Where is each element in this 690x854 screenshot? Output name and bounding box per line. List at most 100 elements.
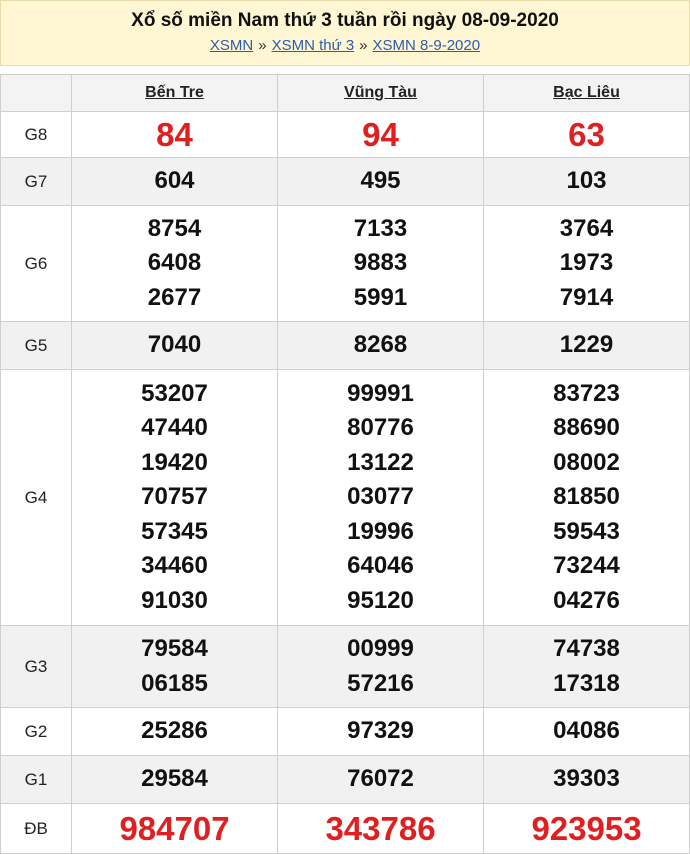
prize-number: 8268 — [353, 331, 408, 359]
prize-number: 343786 — [325, 809, 436, 847]
prize-label: G7 — [0, 157, 72, 206]
page-title: Xổ số miền Nam thứ 3 tuần rồi ngày 08-09… — [131, 10, 559, 31]
prize-numbers-cell: 04086 — [483, 707, 690, 756]
prize-number: 73244 — [553, 552, 620, 580]
prize-number: 80776 — [347, 414, 414, 442]
prize-number: 76072 — [347, 765, 414, 793]
breadcrumb-separator: » — [258, 37, 267, 54]
prize-number: 94 — [362, 115, 399, 153]
prize-label: G2 — [0, 707, 72, 756]
prize-number-special-red: 84 — [71, 111, 278, 158]
prize-number: 1229 — [559, 331, 614, 359]
prize-numbers-cell: 83723 88690 08002 81850 59543 73244 04276 — [483, 369, 690, 626]
prize-numbers-cell: 99991 80776 13122 03077 19996 64046 95120 — [277, 369, 484, 626]
prize-number: 25286 — [141, 717, 208, 745]
page-header: Xổ số miền Nam thứ 3 tuần rồi ngày 08-09… — [0, 0, 690, 66]
prize-number: 17318 — [553, 669, 620, 697]
prize-number: 00999 — [347, 635, 414, 662]
prize-row-8: ĐB 984707 343786 923953 — [0, 803, 690, 854]
prize-number: 57216 — [347, 669, 414, 697]
breadcrumb-xsmn-date-link[interactable]: XSMN 8-9-2020 — [373, 37, 481, 54]
prize-number: 923953 — [531, 809, 642, 847]
province-bac-lieu-link[interactable]: Bạc Liêu — [553, 84, 620, 101]
prize-numbers-cell: 8268 — [277, 321, 484, 370]
prize-label: G8 — [0, 111, 72, 158]
prize-number: 79584 — [141, 635, 208, 662]
prize-row-7: G1 29584 76072 39303 — [0, 755, 690, 804]
prize-number: 04276 — [553, 586, 620, 614]
prize-numbers-cell: 39303 — [483, 755, 690, 804]
prize-number: 03077 — [347, 483, 414, 511]
prize-number: 08002 — [553, 448, 620, 476]
breadcrumb-xsmn-link[interactable]: XSMN — [210, 37, 253, 54]
prize-numbers-cell: 1229 — [483, 321, 690, 370]
prize-number: 74738 — [553, 635, 620, 662]
prize-numbers-cell: 29584 — [71, 755, 278, 804]
prize-number: 83723 — [553, 379, 620, 407]
province-header[interactable]: Bạc Liêu — [483, 74, 690, 112]
prize-number: 95120 — [347, 586, 414, 614]
prize-number: 91030 — [141, 586, 208, 614]
prize-numbers-cell: 25286 — [71, 707, 278, 756]
prize-number: 63 — [568, 115, 605, 153]
prize-numbers-cell: 79584 06185 — [71, 625, 278, 708]
prize-number: 984707 — [119, 809, 230, 847]
prize-number: 7040 — [147, 331, 202, 359]
prize-number: 13122 — [347, 448, 414, 476]
header-empty-cell — [0, 74, 72, 112]
prize-number: 99991 — [347, 379, 414, 407]
jackpot-number: 923953 — [483, 803, 690, 854]
prize-number: 3764 — [559, 214, 614, 242]
prize-row-1: G7 604 495 103 — [0, 157, 690, 206]
prize-numbers-cell: 97329 — [277, 707, 484, 756]
prize-numbers-cell: 7133 9883 5991 — [277, 205, 484, 322]
breadcrumb-xsmn-thu3-link[interactable]: XSMN thứ 3 — [272, 37, 355, 54]
prize-number: 39303 — [553, 765, 620, 793]
breadcrumb: XSMN» XSMN thứ 3» XSMN 8-9-2020 — [1, 36, 689, 56]
prize-label: G3 — [0, 625, 72, 708]
prize-number: 34460 — [141, 552, 208, 580]
prize-number: 7914 — [559, 283, 614, 311]
prize-number: 64046 — [347, 552, 414, 580]
prize-number: 103 — [566, 167, 607, 195]
prize-label: G5 — [0, 321, 72, 370]
prize-number: 8754 — [147, 214, 202, 242]
prize-number: 19996 — [347, 517, 414, 545]
prize-number: 6408 — [147, 249, 202, 277]
prize-number: 495 — [360, 167, 401, 195]
prize-numbers-cell: 3764 1973 7914 — [483, 205, 690, 322]
prize-number: 04086 — [553, 717, 620, 745]
jackpot-number: 343786 — [277, 803, 484, 854]
prize-number: 84 — [156, 115, 193, 153]
results-table: Bến Tre Vũng Tàu Bạc Liêu G8 84 94 63 G7 604 4… — [0, 74, 690, 854]
breadcrumb-separator: » — [359, 37, 368, 54]
prize-number: 2677 — [147, 283, 202, 311]
prize-row-4: G4 53207 47440 19420 70757 57345 34460 91030 999… — [0, 369, 690, 626]
prize-number: 604 — [154, 167, 195, 195]
prize-number: 7133 — [353, 214, 408, 242]
prize-row-6: G2 25286 97329 04086 — [0, 707, 690, 756]
prize-number: 88690 — [553, 414, 620, 442]
prize-number: 57345 — [141, 517, 208, 545]
prize-numbers-cell: 8754 6408 2677 — [71, 205, 278, 322]
prize-numbers-cell: 7040 — [71, 321, 278, 370]
prize-numbers-cell: 495 — [277, 157, 484, 206]
prize-numbers-cell: 74738 17318 — [483, 625, 690, 708]
prize-number: 1973 — [559, 249, 614, 277]
prize-row-2: G6 8754 6408 2677 7133 9883 5991 3764 1973 7914 — [0, 205, 690, 322]
province-header[interactable]: Bến Tre — [71, 74, 278, 112]
prize-number-special-red: 94 — [277, 111, 484, 158]
results-body: G8 84 94 63 G7 604 495 103 G6 8754 6408 2677 7133 988… — [0, 111, 690, 854]
province-vung-tau-link[interactable]: Vũng Tàu — [344, 84, 417, 101]
province-header[interactable]: Vũng Tàu — [277, 74, 484, 112]
prize-label: G6 — [0, 205, 72, 322]
prize-row-0: G8 84 94 63 — [0, 111, 690, 158]
prize-number: 47440 — [141, 414, 208, 442]
prize-numbers-cell: 103 — [483, 157, 690, 206]
jackpot-number: 984707 — [71, 803, 278, 854]
table-header-row: Bến Tre Vũng Tàu Bạc Liêu — [0, 74, 690, 112]
province-ben-tre-link[interactable]: Bến Tre — [145, 84, 204, 101]
prize-number: 59543 — [553, 517, 620, 545]
prize-numbers-cell: 53207 47440 19420 70757 57345 34460 91030 — [71, 369, 278, 626]
prize-number: 81850 — [553, 483, 620, 511]
